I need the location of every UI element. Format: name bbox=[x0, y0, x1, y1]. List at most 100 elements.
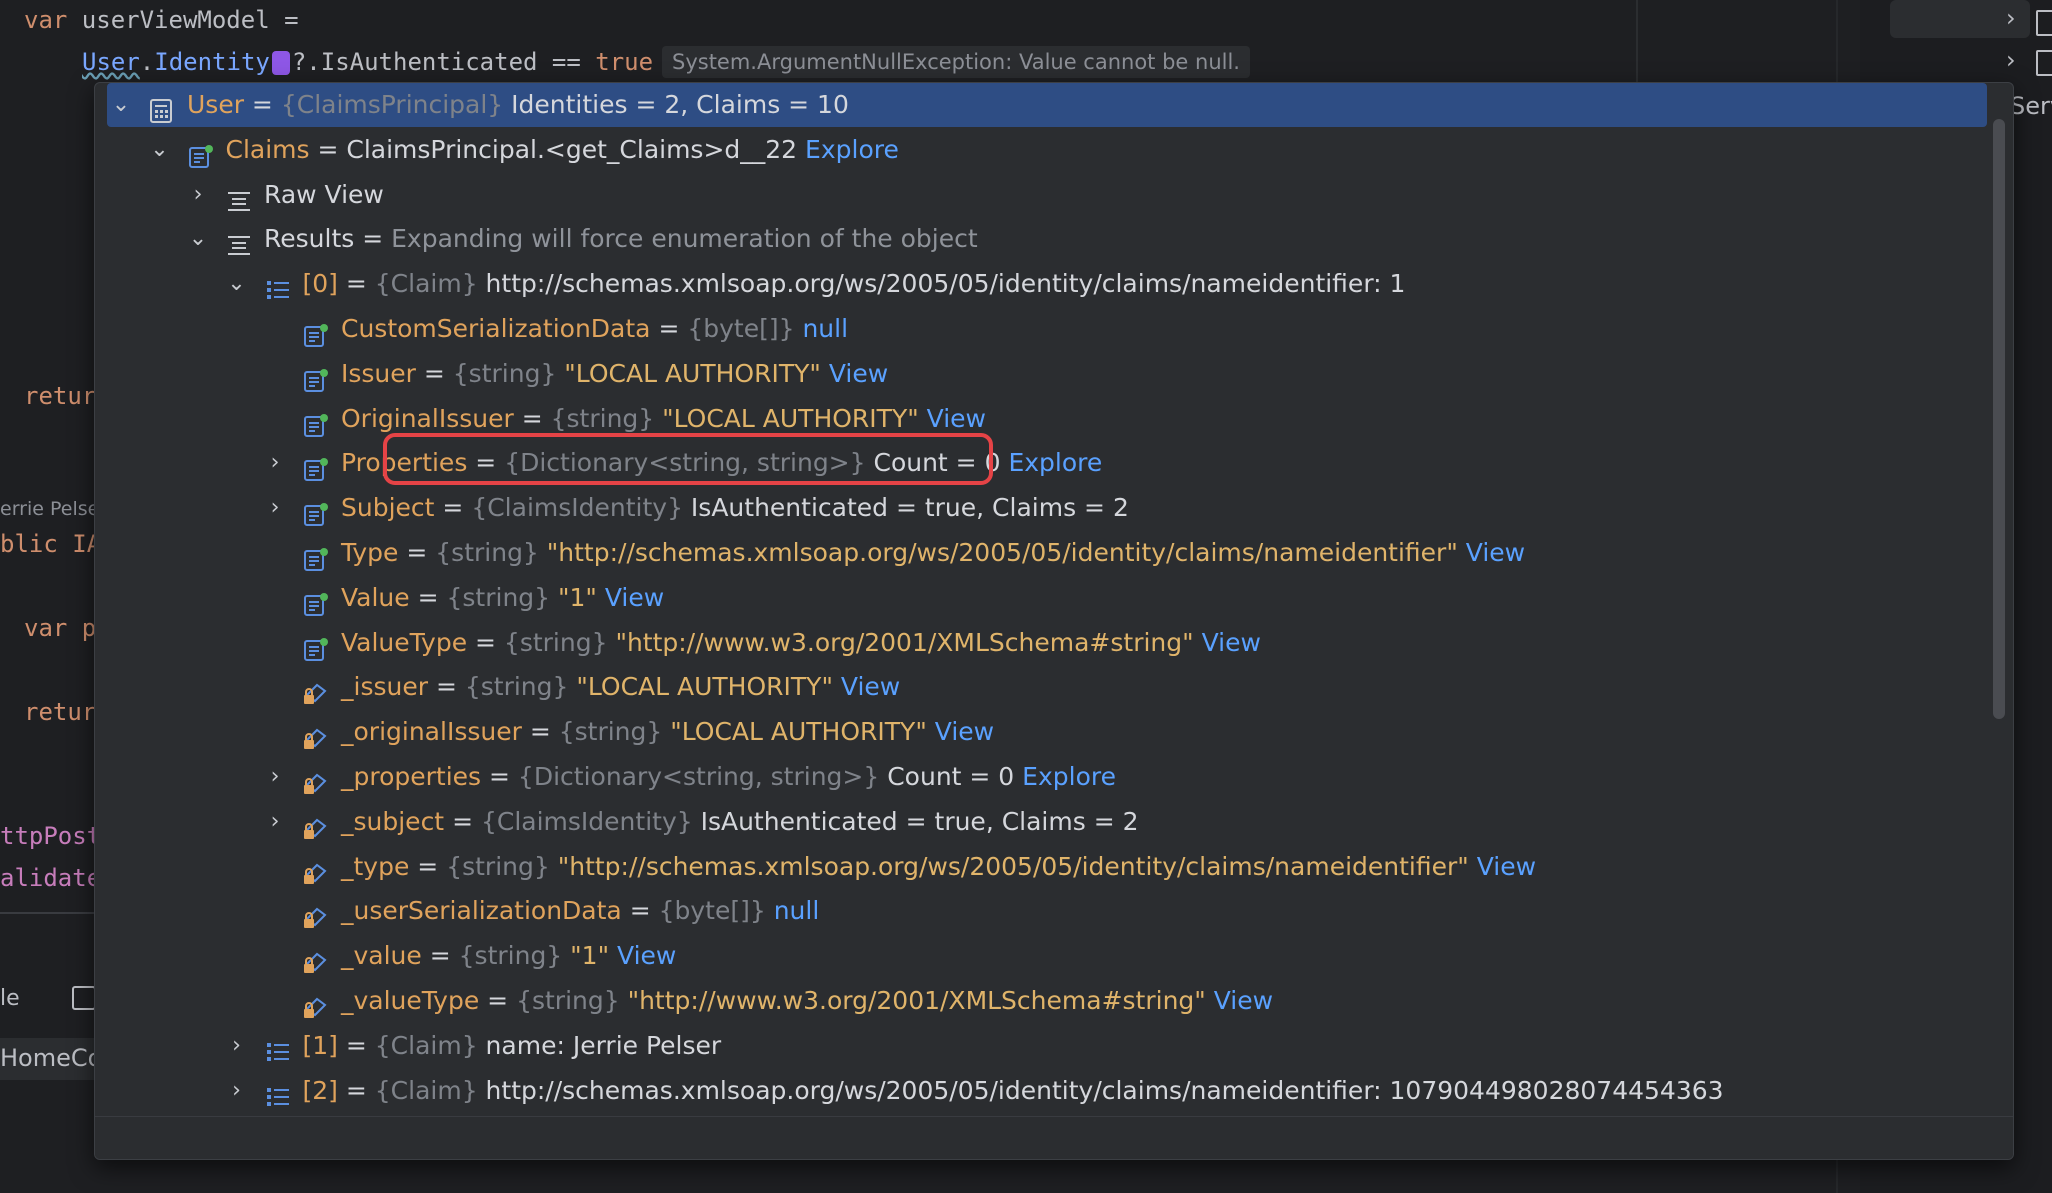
tree-row[interactable]: ⌄ Claims = ClaimsPrincipal.<get_Claims>d_… bbox=[107, 128, 1987, 172]
field-type: {string} bbox=[435, 538, 539, 567]
field-type: {ClaimsIdentity} bbox=[471, 493, 683, 523]
tree-row-text: _valueType = {string} "http://www.w3.org… bbox=[341, 979, 1273, 1023]
chevron-right-icon[interactable]: › bbox=[225, 1069, 249, 1113]
popup-scrollbar[interactable] bbox=[1993, 119, 2005, 719]
equals-sign: = bbox=[337, 269, 375, 299]
field-name: Issuer bbox=[341, 358, 416, 388]
tree-row[interactable]: _value = {string} "1" View bbox=[107, 934, 1987, 978]
tree-row-text: Subject = {ClaimsIdentity} IsAuthenticat… bbox=[341, 486, 1129, 530]
tree-row[interactable]: › Raw View bbox=[107, 173, 1987, 217]
tool-window-label[interactable]: le bbox=[0, 986, 20, 1011]
property-icon bbox=[303, 362, 329, 392]
equals-sign: = bbox=[409, 582, 447, 612]
field-name: Type bbox=[341, 538, 399, 567]
action-link[interactable]: View bbox=[1469, 852, 1536, 881]
chevron-down-icon[interactable]: ⌄ bbox=[109, 83, 133, 127]
chevron-right-icon[interactable]: › bbox=[263, 441, 287, 485]
equals-sign: = bbox=[434, 493, 472, 523]
tree-row[interactable]: Type = {string} "http://schemas.xmlsoap.… bbox=[107, 531, 1987, 575]
chevron-right-icon[interactable]: › bbox=[263, 800, 287, 844]
tree-row-text: _properties = {Dictionary<string, string… bbox=[341, 755, 1116, 799]
tree-row[interactable]: ⌄ User = {ClaimsPrincipal} Identities = 2… bbox=[107, 83, 1987, 127]
string-value: "http://schemas.xmlsoap.org/ws/2005/05/i… bbox=[538, 538, 1458, 567]
action-link[interactable]: View bbox=[833, 672, 900, 701]
tree-row-text: _subject = {ClaimsIdentity} IsAuthentica… bbox=[341, 800, 1139, 844]
chevron-down-icon[interactable]: ⌄ bbox=[148, 128, 172, 172]
string-value: "1" bbox=[562, 941, 610, 971]
code-fragment: retur bbox=[24, 698, 97, 726]
property-icon bbox=[303, 451, 329, 482]
equals-sign: = bbox=[650, 314, 688, 343]
field-value: IsAuthenticated = true, Claims = 2 bbox=[692, 806, 1139, 836]
chevron-right-icon[interactable]: › bbox=[2006, 46, 2016, 74]
tree-row[interactable]: ⌄ Results = Expanding will force enumerat… bbox=[107, 217, 1987, 261]
tree-row[interactable]: _issuer = {string} "LOCAL AUTHORITY" Vie… bbox=[107, 665, 1987, 709]
lightning-icon[interactable] bbox=[271, 51, 290, 75]
list-view-icon bbox=[226, 227, 252, 256]
action-link[interactable]: Explore bbox=[1022, 762, 1116, 791]
field-name: _type bbox=[341, 851, 410, 881]
debugger-evaluation-popup[interactable]: ⌄ User = {ClaimsPrincipal} Identities = 2… bbox=[94, 82, 2014, 1160]
action-link[interactable]: View bbox=[1458, 538, 1525, 567]
tree-row[interactable]: › Subject = {ClaimsIdentity} IsAuthentica… bbox=[107, 486, 1987, 530]
tree-row[interactable]: › [1] = {Claim} name: Jerrie Pelser bbox=[107, 1024, 1987, 1068]
code-fragment: retur bbox=[24, 382, 97, 410]
field-name: User bbox=[187, 90, 244, 119]
property-icon bbox=[303, 317, 329, 347]
field-name: [0] bbox=[302, 269, 338, 299]
tab-home-controller[interactable]: HomeCo bbox=[0, 1038, 102, 1080]
tree-row-text: _originalIssuer = {string} "LOCAL AUTHOR… bbox=[341, 710, 994, 754]
field-name: _originalIssuer bbox=[341, 717, 522, 747]
action-link[interactable]: View bbox=[821, 359, 888, 388]
code-text: userViewModel = bbox=[67, 6, 299, 34]
tree-row[interactable]: CustomSerializationData = {byte[]} null bbox=[107, 307, 1987, 351]
action-link[interactable]: Explore bbox=[1008, 448, 1102, 477]
chevron-right-icon[interactable]: › bbox=[263, 486, 287, 530]
tree-row[interactable]: _originalIssuer = {string} "LOCAL AUTHOR… bbox=[107, 710, 1987, 754]
tree-row-text: [2] = {Claim} http://schemas.xmlsoap.org… bbox=[303, 1069, 1724, 1113]
chevron-down-icon[interactable]: ⌄ bbox=[186, 217, 210, 261]
tree-row[interactable]: _valueType = {string} "http://www.w3.org… bbox=[107, 979, 1987, 1023]
editor-line-1[interactable]: var userViewModel = bbox=[24, 6, 299, 34]
inline-exception-hint[interactable]: System.ArgumentNullException: Value cann… bbox=[662, 46, 1250, 78]
tree-row[interactable]: Issuer = {string} "LOCAL AUTHORITY" View bbox=[107, 352, 1987, 396]
equals-sign: = bbox=[481, 762, 518, 791]
field-type: {string} bbox=[503, 627, 608, 657]
tree-row[interactable]: ValueType = {string} "http://www.w3.org/… bbox=[107, 621, 1987, 665]
action-link[interactable]: View bbox=[1206, 986, 1273, 1015]
tree-row-text: User = {ClaimsPrincipal} Identities = 2,… bbox=[187, 83, 849, 127]
tree-row[interactable]: _type = {string} "http://schemas.xmlsoap… bbox=[107, 845, 1987, 889]
chevron-down-icon[interactable]: ⌄ bbox=[225, 262, 249, 306]
popup-footer bbox=[95, 1116, 2013, 1159]
chevron-right-icon[interactable]: › bbox=[225, 1024, 249, 1068]
action-link[interactable]: null bbox=[766, 896, 820, 925]
tree-row[interactable]: › _subject = {ClaimsIdentity} IsAuthentic… bbox=[107, 800, 1987, 844]
action-link[interactable]: View bbox=[919, 404, 986, 433]
field-name: _valueType bbox=[341, 986, 480, 1015]
private-field-icon bbox=[303, 944, 329, 974]
tree-row-text: _userSerializationData = {byte[]} null bbox=[341, 889, 819, 933]
private-field-icon bbox=[303, 989, 329, 1018]
action-link[interactable]: Explore bbox=[805, 135, 899, 164]
tree-row[interactable]: Value = {string} "1" View bbox=[107, 576, 1987, 620]
debug-icon[interactable] bbox=[72, 986, 96, 1010]
code-identity: Identity bbox=[154, 48, 270, 76]
chevron-right-icon[interactable]: › bbox=[186, 173, 210, 217]
tree-row[interactable]: › [2] = {Claim} http://schemas.xmlsoap.or… bbox=[107, 1069, 1987, 1113]
chevron-right-icon[interactable]: › bbox=[2006, 4, 2016, 32]
action-link[interactable]: View bbox=[597, 583, 664, 612]
action-link[interactable]: View bbox=[609, 941, 676, 970]
private-field-icon bbox=[303, 810, 329, 839]
tree-row[interactable]: _userSerializationData = {byte[]} null bbox=[107, 889, 1987, 933]
field-name: Claims bbox=[225, 134, 310, 164]
action-link[interactable]: null bbox=[795, 314, 848, 343]
chevron-right-icon[interactable]: › bbox=[263, 755, 287, 799]
action-link[interactable]: View bbox=[927, 717, 994, 746]
tree-row[interactable]: ⌄ [0] = {Claim} http://schemas.xmlsoap.or… bbox=[107, 262, 1987, 306]
field-type: {string} bbox=[550, 403, 655, 433]
equals-sign: = bbox=[621, 896, 659, 926]
field-type: {string} bbox=[446, 582, 551, 612]
action-link[interactable]: View bbox=[1194, 628, 1261, 657]
editor-line-2[interactable]: User.Identity ?.IsAuthenticated == true bbox=[82, 48, 653, 76]
tree-row[interactable]: › _properties = {Dictionary<string, strin… bbox=[107, 755, 1987, 799]
